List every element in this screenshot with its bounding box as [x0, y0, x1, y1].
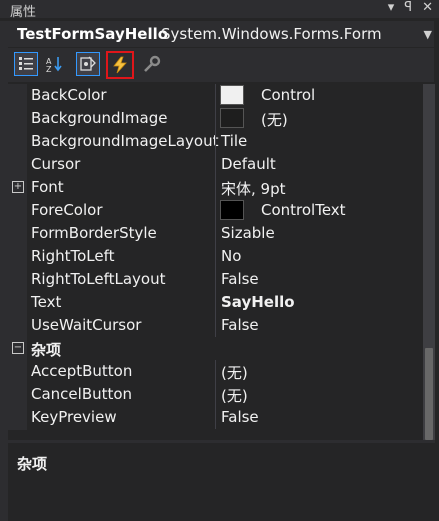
- panel-left-edge: [0, 21, 8, 521]
- property-grid: BackColor Control BackgroundImage (无) Ba…: [8, 84, 423, 430]
- chevron-down-icon[interactable]: ▼: [424, 28, 432, 41]
- property-row-righttoleft[interactable]: RightToLeft No: [27, 245, 423, 268]
- property-name: KeyPreview: [31, 408, 117, 426]
- panel-titlebar: 属性 ▾ ꟼ ✕: [0, 0, 439, 20]
- property-row-forecolor[interactable]: ForeColor ControlText: [27, 199, 423, 222]
- property-name: FormBorderStyle: [31, 224, 157, 242]
- grid-margin: [8, 84, 27, 430]
- panel-window-buttons[interactable]: ▾ ꟼ ✕: [388, 0, 433, 15]
- alphabetical-icon[interactable]: AZ: [42, 52, 66, 76]
- properties-toolbar: AZ: [8, 48, 434, 82]
- property-name: BackColor: [31, 86, 107, 104]
- property-name: CancelButton: [31, 385, 133, 403]
- property-value[interactable]: Tile: [221, 132, 247, 150]
- description-pane: 杂项: [8, 443, 435, 521]
- property-value[interactable]: Default: [221, 155, 276, 173]
- property-value[interactable]: (无): [221, 362, 248, 383]
- property-value[interactable]: Control: [261, 86, 315, 104]
- svg-text:Z: Z: [46, 65, 52, 73]
- vertical-scrollbar[interactable]: [423, 84, 435, 440]
- property-pages-icon[interactable]: [140, 52, 164, 76]
- category-label: 杂项: [31, 341, 62, 359]
- property-name: BackgroundImageLayout: [31, 132, 219, 150]
- color-swatch: [220, 85, 244, 105]
- object-type: System.Windows.Forms.Form: [161, 25, 382, 43]
- property-row-backcolor[interactable]: BackColor Control: [27, 84, 423, 107]
- property-name: Font: [31, 178, 64, 196]
- property-row-backgroundimagelayout[interactable]: BackgroundImageLayout Tile: [27, 130, 423, 153]
- property-value[interactable]: No: [221, 247, 241, 265]
- property-value[interactable]: ControlText: [261, 201, 346, 219]
- dropdown-icon[interactable]: ▾: [388, 0, 395, 15]
- property-value[interactable]: False: [221, 316, 259, 334]
- property-value[interactable]: SayHello: [221, 293, 295, 311]
- property-value[interactable]: False: [221, 270, 259, 288]
- property-row-text[interactable]: Text SayHello: [27, 291, 423, 314]
- property-row-usewaitcursor[interactable]: UseWaitCursor False: [27, 314, 423, 337]
- category-header-misc[interactable]: − 杂项: [8, 337, 423, 360]
- property-row-cursor[interactable]: Cursor Default: [27, 153, 423, 176]
- image-swatch: [220, 108, 244, 128]
- property-value[interactable]: (无): [221, 385, 248, 406]
- pin-icon[interactable]: ꟼ: [404, 0, 412, 15]
- property-value[interactable]: False: [221, 408, 259, 426]
- property-name: AcceptButton: [31, 362, 133, 380]
- property-value[interactable]: Sizable: [221, 224, 275, 242]
- property-row-backgroundimage[interactable]: BackgroundImage (无): [27, 107, 423, 130]
- scrollbar-thumb[interactable]: [425, 348, 433, 440]
- property-name: BackgroundImage: [31, 109, 168, 127]
- expand-plus-icon[interactable]: +: [12, 181, 24, 193]
- object-name: TestFormSayHello: [17, 25, 169, 43]
- property-name: UseWaitCursor: [31, 316, 142, 334]
- property-name: RightToLeft: [31, 247, 115, 265]
- panel-title: 属性: [10, 5, 37, 20]
- property-row-keypreview[interactable]: KeyPreview False: [27, 406, 423, 429]
- categorized-icon[interactable]: [14, 52, 38, 76]
- property-name: ForeColor: [31, 201, 103, 219]
- object-selector[interactable]: TestFormSayHello System.Windows.Forms.Fo…: [8, 21, 434, 47]
- property-row-formborderstyle[interactable]: FormBorderStyle Sizable: [27, 222, 423, 245]
- events-icon[interactable]: [106, 51, 134, 79]
- property-row-acceptbutton[interactable]: AcceptButton (无): [27, 360, 423, 383]
- property-value[interactable]: 宋体, 9pt: [221, 178, 285, 199]
- property-row-cancelbutton[interactable]: CancelButton (无): [27, 383, 423, 406]
- property-value[interactable]: (无): [261, 109, 288, 130]
- properties-icon[interactable]: [76, 52, 100, 76]
- close-icon[interactable]: ✕: [422, 0, 433, 15]
- property-row-font[interactable]: + Font 宋体, 9pt: [12, 176, 423, 199]
- property-name: RightToLeftLayout: [31, 270, 166, 288]
- property-row-righttoleftlayout[interactable]: RightToLeftLayout False: [27, 268, 423, 291]
- property-name: Text: [31, 293, 62, 311]
- property-name: Cursor: [31, 155, 81, 173]
- collapse-minus-icon[interactable]: −: [12, 342, 24, 354]
- description-title: 杂项: [17, 455, 48, 473]
- color-swatch: [220, 200, 244, 220]
